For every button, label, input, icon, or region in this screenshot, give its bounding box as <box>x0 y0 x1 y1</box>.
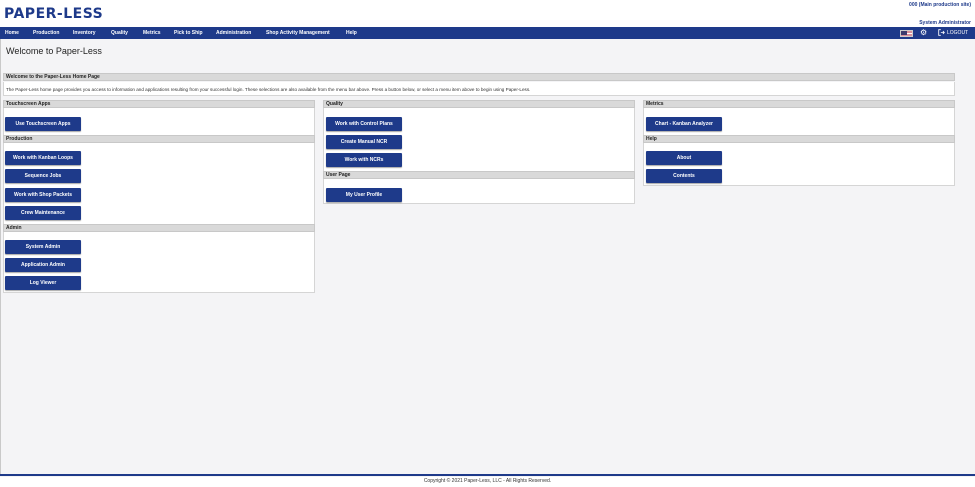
menu-home[interactable]: Home <box>5 27 19 39</box>
footer-divider <box>0 474 975 476</box>
footer-copyright: Copyright © 2021 Paper-Less, LLC - All R… <box>0 477 975 487</box>
gear-icon[interactable]: ⚙ <box>920 27 927 39</box>
log-viewer-button[interactable]: Log Viewer <box>5 276 81 290</box>
menu-inventory[interactable]: Inventory <box>73 27 96 39</box>
work-with-kanban-loops-button[interactable]: Work with Kanban Loops <box>5 151 81 165</box>
touchscreen-heading: Touchscreen Apps <box>3 100 315 108</box>
header: PAPER-LESS 000 (Main production site) Sy… <box>0 0 975 27</box>
about-button[interactable]: About <box>646 151 722 165</box>
metrics-heading: Metrics <box>643 100 955 108</box>
help-heading: Help <box>643 135 955 143</box>
menu-production[interactable]: Production <box>33 27 59 39</box>
page-title: Welcome to Paper-Less <box>6 46 102 56</box>
work-with-control-plans-button[interactable]: Work with Control Plans <box>326 117 402 131</box>
site-label[interactable]: 000 (Main production site) <box>909 2 971 8</box>
work-with-ncrs-button[interactable]: Work with NCRs <box>326 153 402 167</box>
quality-heading: Quality <box>323 100 635 108</box>
logout-label: LOGOUT <box>947 30 969 36</box>
menu-administration[interactable]: Administration <box>216 27 251 39</box>
user-page-heading: User Page <box>323 171 635 179</box>
menu-pick-to-ship[interactable]: Pick to Ship <box>174 27 203 39</box>
menu-bar: Home Production Inventory Quality Metric… <box>0 27 975 39</box>
crew-maintenance-button[interactable]: Crew Maintenance <box>5 206 81 220</box>
welcome-heading: Welcome to the Paper-Less Home Page <box>3 73 955 81</box>
logout-icon <box>938 29 945 36</box>
user-label: System Administrator <box>919 20 971 26</box>
menu-shop-activity-management[interactable]: Shop Activity Management <box>266 27 330 39</box>
menu-metrics[interactable]: Metrics <box>143 27 161 39</box>
paper-less-logo[interactable]: PAPER-LESS <box>4 6 103 22</box>
work-with-shop-packets-button[interactable]: Work with Shop Packets <box>5 188 81 202</box>
application-admin-button[interactable]: Application Admin <box>5 258 81 272</box>
create-manual-ncr-button[interactable]: Create Manual NCR <box>326 135 402 149</box>
chart-kanban-analyzer-button[interactable]: Chart - Kanban Analyzer <box>646 117 722 131</box>
us-flag-icon[interactable] <box>900 30 913 37</box>
contents-button[interactable]: Contents <box>646 169 722 183</box>
logout-link[interactable]: LOGOUT <box>938 27 968 39</box>
menu-quality[interactable]: Quality <box>111 27 128 39</box>
my-user-profile-button[interactable]: My User Profile <box>326 188 402 202</box>
sequence-jobs-button[interactable]: Sequence Jobs <box>5 169 81 183</box>
left-border <box>0 39 1 474</box>
system-admin-button[interactable]: System Admin <box>5 240 81 254</box>
admin-heading: Admin <box>3 224 315 232</box>
menu-help[interactable]: Help <box>346 27 357 39</box>
production-heading: Production <box>3 135 315 143</box>
welcome-text: The Paper-Less home page provides you ac… <box>6 87 531 92</box>
use-touchscreen-apps-button[interactable]: Use Touchscreen Apps <box>5 117 81 131</box>
